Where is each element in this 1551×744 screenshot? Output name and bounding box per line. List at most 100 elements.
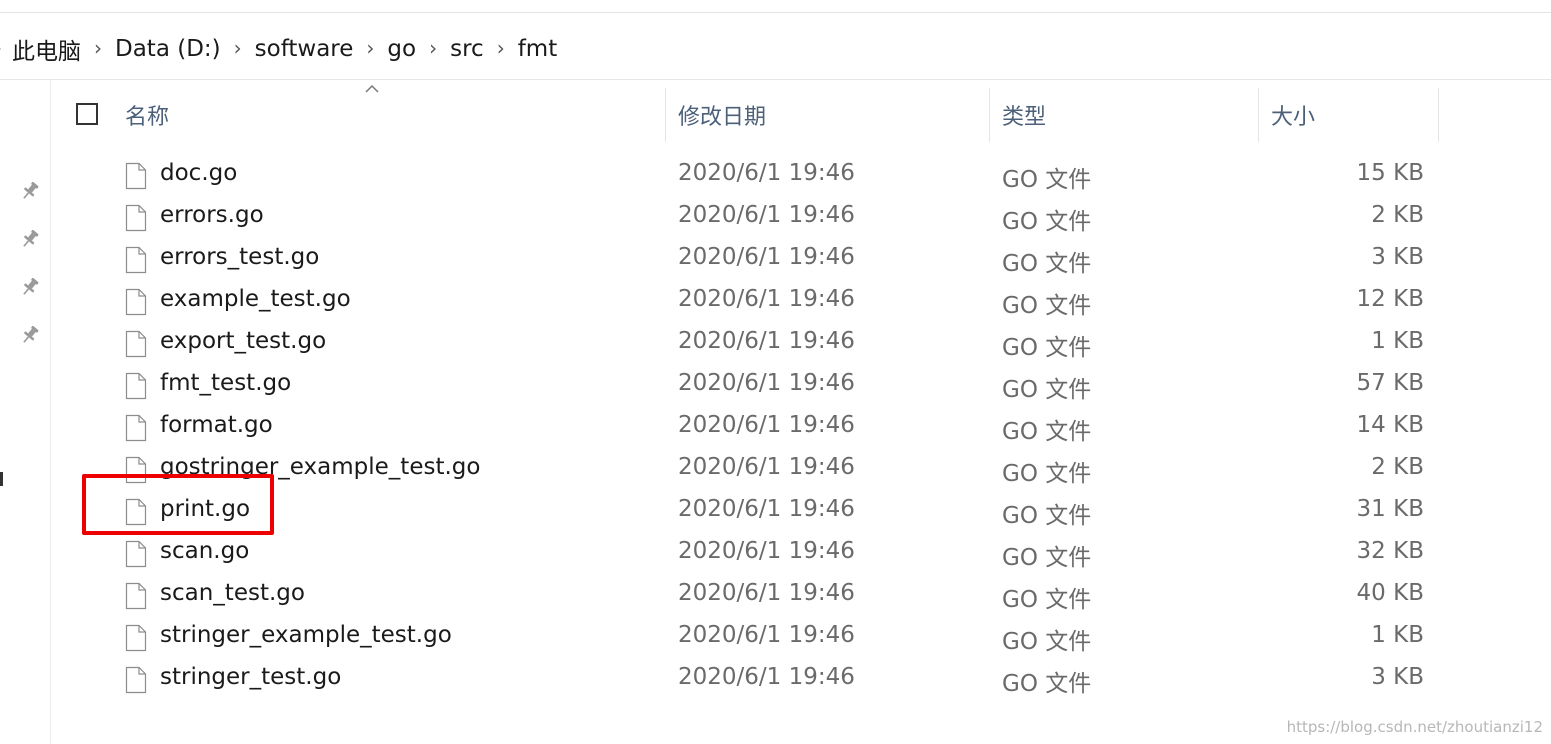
file-size: 15 KB [1356, 160, 1424, 186]
file-size: 3 KB [1371, 244, 1424, 270]
file-size: 57 KB [1356, 370, 1424, 396]
chevron-right-icon[interactable]: › [94, 36, 102, 60]
file-type: GO 文件 [1002, 335, 1092, 361]
column-header-name[interactable]: 名称 [125, 99, 169, 131]
file-type: GO 文件 [1002, 167, 1092, 193]
file-row[interactable]: doc.go 2020/6/1 19:46 GO 文件 15 KB [0, 154, 1551, 196]
column-header-row: 名称 修改日期 类型 大小 [55, 84, 1455, 142]
file-icon [125, 288, 147, 316]
file-size: 3 KB [1371, 664, 1424, 690]
file-row[interactable]: scan.go 2020/6/1 19:46 GO 文件 32 KB [0, 532, 1551, 574]
file-list: doc.go 2020/6/1 19:46 GO 文件 15 KB errors… [0, 154, 1551, 700]
column-header-size[interactable]: 大小 [1271, 99, 1315, 131]
file-name[interactable]: stringer_example_test.go [160, 622, 452, 648]
column-divider[interactable] [1258, 88, 1259, 142]
file-modified: 2020/6/1 19:46 [678, 244, 855, 270]
file-type: GO 文件 [1002, 419, 1092, 445]
file-size: 1 KB [1371, 328, 1424, 354]
watermark: https://blog.csdn.net/zhoutianzi12 [1286, 718, 1543, 736]
file-name[interactable]: scan.go [160, 538, 249, 564]
file-row[interactable]: format.go 2020/6/1 19:46 GO 文件 14 KB [0, 406, 1551, 448]
file-name[interactable]: errors.go [160, 202, 264, 228]
sort-ascending-icon [365, 84, 379, 93]
file-row[interactable]: export_test.go 2020/6/1 19:46 GO 文件 1 KB [0, 322, 1551, 364]
address-bar-divider [0, 79, 1551, 80]
breadcrumb-src[interactable]: src [450, 36, 484, 62]
file-icon [125, 246, 147, 274]
file-modified: 2020/6/1 19:46 [678, 580, 855, 606]
file-size: 12 KB [1356, 286, 1424, 312]
file-modified: 2020/6/1 19:46 [678, 664, 855, 690]
file-modified: 2020/6/1 19:46 [678, 328, 855, 354]
file-modified: 2020/6/1 19:46 [678, 370, 855, 396]
file-type: GO 文件 [1002, 629, 1092, 655]
breadcrumb-this-pc[interactable]: 此电脑 [12, 32, 81, 66]
file-size: 14 KB [1356, 412, 1424, 438]
file-type: GO 文件 [1002, 545, 1092, 571]
file-row[interactable]: fmt_test.go 2020/6/1 19:46 GO 文件 57 KB [0, 364, 1551, 406]
file-icon [125, 204, 147, 232]
column-divider[interactable] [1438, 88, 1439, 142]
file-name[interactable]: example_test.go [160, 286, 351, 312]
file-modified: 2020/6/1 19:46 [678, 412, 855, 438]
file-size: 31 KB [1356, 496, 1424, 522]
file-name[interactable]: scan_test.go [160, 580, 305, 606]
file-name[interactable]: format.go [160, 412, 273, 438]
file-type: GO 文件 [1002, 251, 1092, 277]
window-top-border [0, 12, 1551, 13]
file-type: GO 文件 [1002, 293, 1092, 319]
file-row[interactable]: stringer_example_test.go 2020/6/1 19:46 … [0, 616, 1551, 658]
file-icon [125, 582, 147, 610]
column-header-modified[interactable]: 修改日期 [678, 99, 766, 131]
file-size: 2 KB [1371, 202, 1424, 228]
file-row[interactable]: errors_test.go 2020/6/1 19:46 GO 文件 3 KB [0, 238, 1551, 280]
file-size: 32 KB [1356, 538, 1424, 564]
breadcrumb-fmt[interactable]: fmt [518, 36, 558, 62]
file-modified: 2020/6/1 19:46 [678, 286, 855, 312]
breadcrumb-go[interactable]: go [387, 36, 416, 62]
chevron-right-icon[interactable]: › [497, 36, 505, 60]
file-name[interactable]: fmt_test.go [160, 370, 291, 396]
chevron-right-icon[interactable]: › [0, 36, 2, 60]
file-icon [125, 330, 147, 358]
column-divider[interactable] [665, 88, 666, 142]
file-modified: 2020/6/1 19:46 [678, 454, 855, 480]
file-icon [125, 414, 147, 442]
file-icon [125, 372, 147, 400]
column-divider[interactable] [989, 88, 990, 142]
file-type: GO 文件 [1002, 503, 1092, 529]
file-row[interactable]: example_test.go 2020/6/1 19:46 GO 文件 12 … [0, 280, 1551, 322]
chevron-right-icon[interactable]: › [366, 36, 374, 60]
file-size: 1 KB [1371, 622, 1424, 648]
file-icon [125, 666, 147, 694]
file-icon [125, 162, 147, 190]
file-icon [125, 540, 147, 568]
column-header-type[interactable]: 类型 [1002, 99, 1046, 131]
file-modified: 2020/6/1 19:46 [678, 538, 855, 564]
file-row[interactable]: scan_test.go 2020/6/1 19:46 GO 文件 40 KB [0, 574, 1551, 616]
file-row[interactable]: stringer_test.go 2020/6/1 19:46 GO 文件 3 … [0, 658, 1551, 700]
file-size: 40 KB [1356, 580, 1424, 606]
file-name[interactable]: errors_test.go [160, 244, 319, 270]
select-all-checkbox[interactable] [76, 103, 98, 125]
chevron-right-icon[interactable]: › [234, 36, 242, 60]
file-name[interactable]: doc.go [160, 160, 237, 186]
file-type: GO 文件 [1002, 209, 1092, 235]
address-bar[interactable]: › 此电脑 › Data (D:) › software › go › src … [0, 22, 1551, 76]
file-modified: 2020/6/1 19:46 [678, 202, 855, 228]
breadcrumb-data-drive[interactable]: Data (D:) [115, 36, 221, 62]
file-type: GO 文件 [1002, 671, 1092, 697]
file-type: GO 文件 [1002, 461, 1092, 487]
file-name[interactable]: stringer_test.go [160, 664, 341, 690]
file-type: GO 文件 [1002, 587, 1092, 613]
breadcrumb-software[interactable]: software [255, 36, 354, 62]
file-modified: 2020/6/1 19:46 [678, 160, 855, 186]
file-icon [125, 624, 147, 652]
file-modified: 2020/6/1 19:46 [678, 622, 855, 648]
file-row[interactable]: errors.go 2020/6/1 19:46 GO 文件 2 KB [0, 196, 1551, 238]
file-type: GO 文件 [1002, 377, 1092, 403]
file-modified: 2020/6/1 19:46 [678, 496, 855, 522]
chevron-right-icon[interactable]: › [429, 36, 437, 60]
file-name[interactable]: export_test.go [160, 328, 326, 354]
file-size: 2 KB [1371, 454, 1424, 480]
